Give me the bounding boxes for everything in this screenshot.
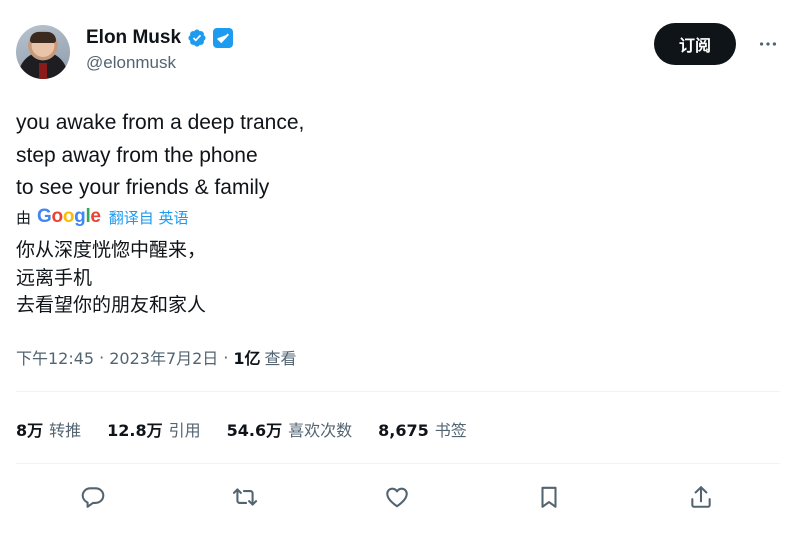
avatar-hair bbox=[30, 32, 56, 43]
translation-attribution: 由 Google 翻译自 英语 bbox=[16, 205, 188, 229]
tweet-line: you awake from a deep trance, bbox=[16, 111, 305, 134]
tweet-text: you awake from a deep trance, step away … bbox=[16, 107, 716, 205]
more-horizontal-icon[interactable] bbox=[754, 30, 782, 58]
stat-count: 8万 bbox=[16, 421, 44, 440]
retweet-icon[interactable] bbox=[223, 475, 267, 519]
google-logo: Google bbox=[37, 206, 101, 227]
tweet-date[interactable]: 2023年7月2日 bbox=[109, 345, 218, 369]
meta-separator: · bbox=[99, 347, 105, 367]
stat-likes[interactable]: 54.6万 喜欢次数 bbox=[227, 417, 353, 441]
display-name[interactable]: Elon Musk bbox=[86, 27, 181, 49]
action-bar bbox=[16, 475, 780, 519]
views-count: 1亿 bbox=[233, 349, 261, 368]
translated-line: 远离手机 bbox=[16, 266, 93, 289]
stat-label: 书签 bbox=[434, 421, 467, 440]
avatar-tie bbox=[39, 63, 47, 79]
divider bbox=[16, 391, 780, 392]
stat-count: 54.6万 bbox=[226, 421, 283, 440]
tweet-meta: 下午12:45 · 2023年7月2日 · 1亿 查看 bbox=[16, 345, 297, 369]
translated-from-link[interactable]: 翻译自 英语 bbox=[109, 207, 189, 228]
like-icon[interactable] bbox=[375, 475, 419, 519]
divider bbox=[16, 463, 780, 464]
translated-line: 你从深度恍惚中醒来， bbox=[16, 239, 207, 261]
stat-bookmarks[interactable]: 8,675 书签 bbox=[378, 417, 467, 441]
avatar[interactable] bbox=[16, 25, 70, 79]
affiliate-badge-icon[interactable] bbox=[213, 28, 234, 48]
translated-text: 你从深度恍惚中醒来， 远离手机 去看望你的朋友和家人 bbox=[16, 237, 206, 320]
verified-badge-icon[interactable] bbox=[187, 28, 207, 48]
stat-label: 转推 bbox=[49, 421, 82, 440]
tweet-line: to see your friends & family bbox=[16, 176, 270, 199]
tweet-header: Elon Musk @elonmusk 订阅 bbox=[16, 20, 786, 80]
stat-retweets[interactable]: 8万 转推 bbox=[16, 417, 81, 441]
views-label: 查看 bbox=[264, 349, 297, 368]
stat-label: 喜欢次数 bbox=[288, 421, 353, 440]
bookmark-icon[interactable] bbox=[527, 475, 571, 519]
name-row: Elon Musk bbox=[86, 27, 234, 49]
stat-label: 引用 bbox=[168, 421, 201, 440]
tweet-line: step away from the phone bbox=[16, 143, 258, 167]
tweet-time[interactable]: 下午12:45 bbox=[16, 345, 94, 369]
twitter-bird-icon bbox=[217, 33, 230, 44]
user-handle[interactable]: @elonmusk bbox=[86, 53, 176, 73]
reply-icon[interactable] bbox=[71, 475, 115, 519]
translated-by-label: 由 bbox=[16, 208, 32, 227]
meta-separator: · bbox=[223, 347, 229, 367]
translated-line: 去看望你的朋友和家人 bbox=[16, 294, 207, 316]
share-icon[interactable] bbox=[679, 475, 723, 519]
subscribe-button[interactable]: 订阅 bbox=[654, 23, 736, 65]
stat-quotes[interactable]: 12.8万 引用 bbox=[107, 417, 201, 441]
stat-count: 12.8万 bbox=[107, 421, 163, 440]
stat-count: 8,675 bbox=[378, 421, 429, 440]
engagement-stats: 8万 转推 12.8万 引用 54.6万 喜欢次数 8,675 书签 bbox=[16, 417, 467, 441]
